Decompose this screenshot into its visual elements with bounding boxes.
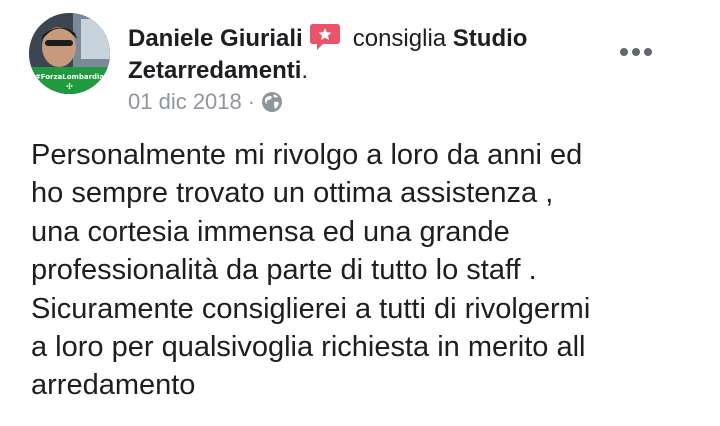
review-post: #ForzaLombardia ✣ Daniele Giuriali consi… xyxy=(0,0,720,426)
page-name-suffix: . xyxy=(301,57,309,84)
meta-separator: · xyxy=(247,89,256,114)
author-name-link[interactable]: Daniele Giuriali xyxy=(128,25,303,52)
avatar-badge: #ForzaLombardia ✣ xyxy=(29,67,110,94)
action-verb: consiglia xyxy=(352,25,447,52)
more-dot xyxy=(632,48,640,56)
globe-icon[interactable] xyxy=(261,91,283,113)
post-body-text: Personalmente mi rivolgo a loro da anni … xyxy=(31,139,591,402)
avatar-badge-text: #ForzaLombardia xyxy=(34,73,105,81)
post-header: Daniele Giuriali consiglia Studio Zetarr… xyxy=(128,22,598,87)
more-dot xyxy=(644,48,652,56)
clover-icon: ✣ xyxy=(66,82,73,91)
avatar[interactable]: #ForzaLombardia ✣ xyxy=(29,13,110,94)
more-options-icon[interactable] xyxy=(618,42,654,62)
post-date-link[interactable]: 01 dic 2018 xyxy=(128,89,242,114)
post-meta: 01 dic 2018 · xyxy=(128,88,283,116)
more-dot xyxy=(620,48,628,56)
recommendation-badge-icon xyxy=(309,24,340,50)
